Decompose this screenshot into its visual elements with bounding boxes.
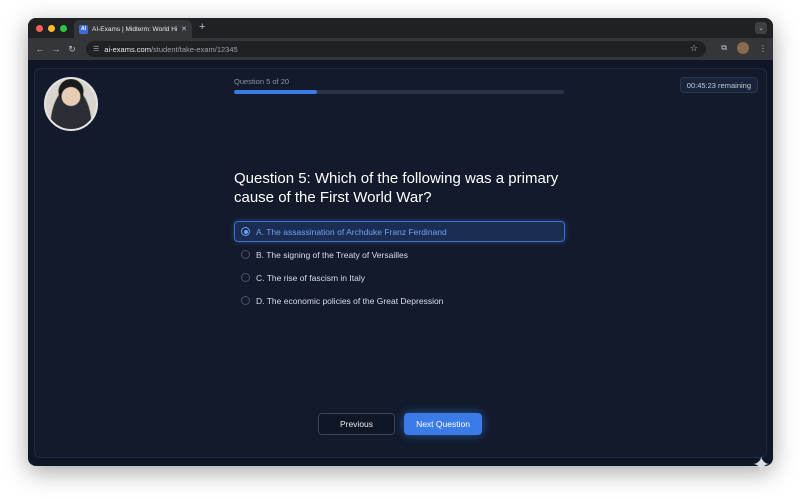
tab-bar: AI AI-Exams | Midterm: World His ✕ + ⌄	[28, 18, 773, 38]
progress-fill	[234, 90, 317, 94]
option-label: B. The signing of the Treaty of Versaill…	[256, 249, 408, 260]
bookmark-star-icon[interactable]: ☆	[690, 43, 698, 54]
progress-label: Question 5 of 20	[234, 77, 290, 86]
maximize-window-button[interactable]	[60, 24, 67, 32]
toolbar-actions: ⧉ ⋮	[721, 42, 767, 54]
address-bar[interactable]: ☰ ai-exams.com/student/take-exam/12345 ☆	[86, 41, 706, 57]
timer-badge: 00:45:23 remaining	[679, 77, 758, 93]
minimize-window-button[interactable]	[48, 24, 55, 32]
tab-close-icon[interactable]: ✕	[181, 25, 187, 33]
next-question-button[interactable]: Next Question	[404, 413, 482, 435]
browser-window: AI AI-Exams | Midterm: World His ✕ + ⌄ ←…	[28, 18, 773, 466]
answer-option-a[interactable]: A. The assassination of Archduke Franz F…	[234, 221, 565, 242]
tab-search-button[interactable]: ⌄	[755, 22, 767, 34]
radio-icon[interactable]	[241, 273, 250, 282]
close-window-button[interactable]	[36, 24, 43, 32]
new-tab-button[interactable]: +	[199, 21, 205, 33]
answer-option-b[interactable]: B. The signing of the Treaty of Versaill…	[234, 244, 565, 265]
option-label: A. The assassination of Archduke Franz F…	[256, 226, 447, 237]
url-text: ai-exams.com/student/take-exam/12345	[104, 44, 238, 54]
kebab-menu-icon[interactable]: ⋮	[759, 44, 767, 53]
profile-avatar[interactable]	[737, 42, 749, 54]
browser-toolbar: ← → ↻ ☰ ai-exams.com/student/take-exam/1…	[28, 38, 773, 60]
favicon-icon: AI	[79, 24, 88, 34]
forward-icon[interactable]: →	[49, 44, 63, 54]
radio-icon[interactable]	[241, 250, 250, 259]
webcam-feed	[44, 77, 98, 131]
radio-icon[interactable]	[241, 296, 250, 305]
extensions-icon[interactable]: ⧉	[721, 43, 727, 53]
previous-button[interactable]: Previous	[318, 413, 395, 435]
answer-option-d[interactable]: D. The economic policies of the Great De…	[234, 290, 565, 311]
exam-page: Question 5 of 20 00:45:23 remaining Ques…	[34, 68, 767, 458]
tab-title: AI-Exams | Midterm: World His	[92, 25, 178, 33]
back-icon[interactable]: ←	[33, 44, 47, 54]
browser-tab[interactable]: AI AI-Exams | Midterm: World His ✕	[74, 20, 192, 38]
question-text: Question 5: Which of the following was a…	[234, 170, 559, 206]
answer-options: A. The assassination of Archduke Franz F…	[234, 221, 565, 313]
radio-selected-dot	[243, 229, 248, 234]
radio-icon[interactable]	[241, 227, 250, 236]
progress-bar	[234, 90, 564, 94]
reload-icon[interactable]: ↻	[65, 44, 79, 55]
answer-option-c[interactable]: C. The rise of fascism in Italy	[234, 267, 565, 288]
window-controls	[36, 24, 67, 32]
option-label: D. The economic policies of the Great De…	[256, 295, 444, 306]
sparkle-icon: ✦	[752, 452, 771, 477]
option-label: C. The rise of fascism in Italy	[256, 272, 365, 283]
site-info-icon[interactable]: ☰	[93, 45, 99, 53]
